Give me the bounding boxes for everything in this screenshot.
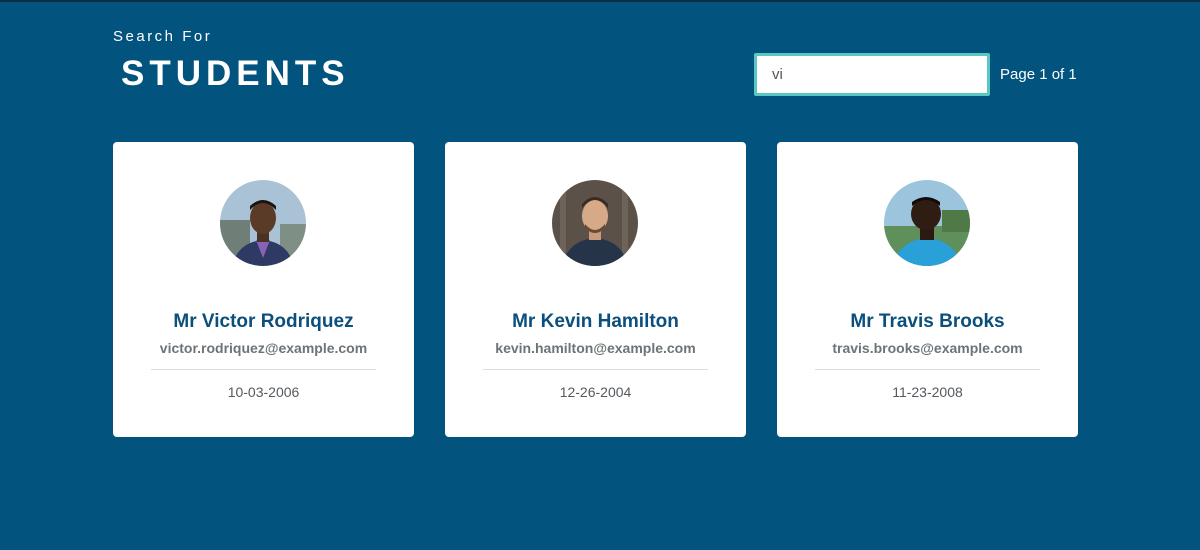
pagination-label: Page 1 of 1 — [1000, 66, 1077, 83]
avatar — [884, 180, 970, 266]
student-dob: 11-23-2008 — [892, 384, 963, 400]
student-name: Mr Victor Rodriquez — [173, 311, 354, 332]
student-card[interactable]: Mr Kevin Hamilton kevin.hamilton@example… — [445, 142, 746, 437]
search-input[interactable] — [754, 53, 990, 96]
divider — [151, 369, 376, 370]
student-email: kevin.hamilton@example.com — [495, 340, 696, 356]
avatar — [552, 180, 638, 266]
avatar-photo-icon — [552, 180, 638, 266]
avatar — [220, 180, 306, 266]
student-card[interactable]: Mr Victor Rodriquez victor.rodriquez@exa… — [113, 142, 414, 437]
student-dob: 10-03-2006 — [227, 384, 300, 400]
student-name: Mr Kevin Hamilton — [512, 311, 679, 332]
student-name: Mr Travis Brooks — [850, 311, 1005, 332]
page-title: STUDENTS — [121, 54, 350, 93]
divider — [483, 369, 708, 370]
student-email: victor.rodriquez@example.com — [159, 340, 368, 356]
student-dob: 12-26-2004 — [559, 384, 632, 400]
student-email: travis.brooks@example.com — [832, 340, 1023, 356]
student-card[interactable]: Mr Travis Brooks travis.brooks@example.c… — [777, 142, 1078, 437]
avatar-photo-icon — [220, 180, 306, 266]
divider — [815, 369, 1040, 370]
header-subtitle: Search For — [113, 28, 213, 45]
avatar-photo-icon — [884, 180, 970, 266]
top-border — [0, 0, 1200, 2]
